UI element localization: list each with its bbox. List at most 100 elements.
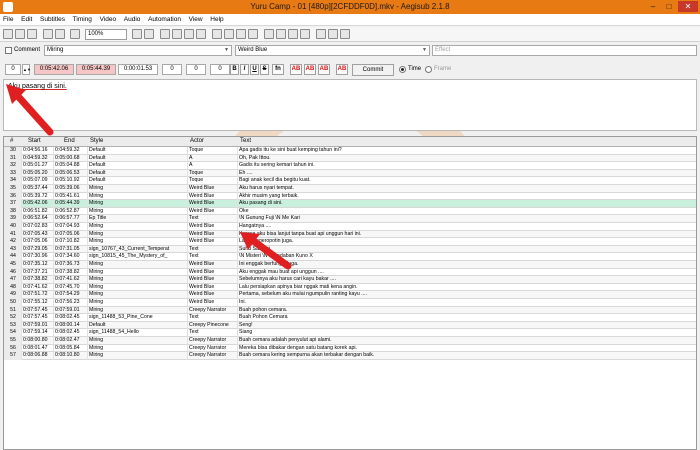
menu-timing[interactable]: Timing [70, 14, 95, 26]
table-row[interactable]: 51 0:07:57.45 0:07:59.01 Miring Creepy Narra… [4, 306, 696, 315]
table-row[interactable]: 31 0:04:59.32 0:05:00.68 Default A Oh, Pak It… [4, 154, 696, 163]
underline-button[interactable]: U [250, 64, 259, 75]
actor-select[interactable]: Weird Blue ▼ [235, 45, 430, 56]
secondary-color-button[interactable]: AB [304, 64, 316, 75]
strikeout-button[interactable]: S [260, 64, 269, 75]
menu-video[interactable]: Video [97, 14, 120, 26]
primary-color-button[interactable]: AB [290, 64, 302, 75]
frame-radio[interactable] [425, 66, 432, 73]
cell-text: Lalu persiapkan apinya biar nggak mati k… [239, 283, 358, 290]
options-icon[interactable] [328, 29, 338, 39]
font-button[interactable]: fn [272, 64, 284, 75]
cell-actor: Toque [188, 177, 238, 185]
duration-field[interactable]: 0:00:01.53 [118, 64, 158, 75]
maximize-button[interactable]: □ [662, 1, 676, 12]
title-bar[interactable]: Yuru Camp - 01 [480p][2CFDDF0D].mkv - Ae… [0, 0, 700, 14]
table-row[interactable]: 49 0:07:51.72 0:07:54.29 Miring Weird Blue Pe… [4, 291, 696, 299]
menu-automation[interactable]: Automation [145, 14, 184, 26]
shift-icon[interactable] [264, 29, 274, 39]
cell-start: 0:05:39.72 [22, 192, 54, 201]
table-row[interactable]: 56 0:08:01.47 0:08:05.84 Miring Creepy Narra… [4, 344, 696, 353]
table-row[interactable]: 52 0:07:57.45 0:08:02.45 sign_11488_53_Pine… [4, 314, 696, 322]
video-open-icon[interactable] [43, 29, 53, 39]
styling-icon[interactable] [288, 29, 298, 39]
bold-button[interactable]: B [230, 64, 239, 75]
margin-right-field[interactable]: 0 [186, 64, 206, 75]
close-button[interactable]: ✕ [678, 1, 698, 12]
effect-field[interactable]: Effect [432, 45, 697, 56]
menu-audio[interactable]: Audio [121, 14, 144, 26]
table-row[interactable]: 53 0:07:59.01 0:08:00.14 Default Creepy Pine… [4, 321, 696, 330]
menu-edit[interactable]: Edit [18, 14, 35, 26]
layer-field[interactable]: 0 [5, 64, 21, 75]
margin-left-field[interactable]: 0 [162, 64, 182, 75]
cell-text: Ini enggak berfungsi juga. [239, 261, 299, 267]
table-row[interactable]: 43 0:07:29.05 0:07:31.05 sign_10767_43_Curr… [4, 245, 696, 254]
table-row[interactable]: 36 0:05:39.72 0:05:41.61 Miring Weird Blue Ak… [4, 192, 696, 201]
zoom-select[interactable]: 100% [85, 29, 127, 40]
style-select[interactable]: Miring ▼ [44, 45, 232, 56]
cell-start: 0:05:01.27 [22, 162, 54, 170]
table-row[interactable]: 39 0:06:52.64 0:06:57.77 Ep Title Text \N Gun… [4, 215, 696, 223]
zoom-icon[interactable] [132, 29, 142, 39]
table-row[interactable]: 30 0:04:56.16 0:04:59.32 Default Toque Apa ga… [4, 147, 696, 155]
table-row[interactable]: 44 0:07:30.96 0:07:34.60 sign_10815_45_The_… [4, 253, 696, 261]
help-icon[interactable] [340, 29, 350, 39]
subtitle-text-editor[interactable]: Aku pasang di sini. [3, 79, 697, 131]
table-row[interactable]: 57 0:08:06.88 0:08:10.80 Miring Creepy Narra… [4, 352, 696, 360]
table-row[interactable]: 42 0:07:05.06 0:07:10.82 Miring Weird Blue La… [4, 238, 696, 246]
menu-subtitles[interactable]: Subtitles [37, 14, 68, 26]
automation-icon[interactable] [212, 29, 222, 39]
italic-button[interactable]: I [240, 64, 249, 75]
cell-actor: Weird Blue [188, 238, 238, 246]
menu-help[interactable]: Help [207, 14, 226, 26]
fullscreen-icon[interactable] [144, 29, 154, 39]
cell-actor: Creepy Narrator [188, 344, 238, 353]
layer-spin-icon[interactable]: ▲▼ [22, 64, 31, 75]
table-row[interactable]: 45 0:07:35.12 0:07:36.73 Miring Weird Blue In… [4, 261, 696, 269]
cell-style: Miring [88, 299, 188, 307]
kanji-icon[interactable] [300, 29, 310, 39]
timing-icon[interactable] [248, 29, 258, 39]
video-close-icon[interactable] [55, 29, 65, 39]
shadow-color-button[interactable]: AB [336, 64, 348, 75]
commit-button[interactable]: Commit [352, 64, 394, 76]
sort-icon[interactable] [276, 29, 286, 39]
cell-text: Bagi anak kecil dia begitu kuat. [239, 177, 311, 184]
time-radio[interactable] [399, 66, 406, 73]
table-row[interactable]: 47 0:07:38.82 0:07:41.62 Miring Weird Blue Se… [4, 276, 696, 284]
outline-color-button[interactable]: AB [318, 64, 330, 75]
table-row[interactable]: 34 0:05:07.09 0:05:10.92 Default Toque Bagi a… [4, 177, 696, 185]
properties-icon[interactable] [172, 29, 182, 39]
table-row[interactable]: 50 0:07:55.12 0:07:56.23 Miring Weird Blue In… [4, 299, 696, 307]
cell-num: 31 [4, 154, 22, 163]
table-row[interactable]: 55 0:08:00.80 0:08:02.47 Miring Creepy Narra… [4, 337, 696, 345]
save-icon[interactable] [27, 29, 37, 39]
spellcheck-icon[interactable] [236, 29, 246, 39]
style-icon[interactable] [160, 29, 170, 39]
menu-file[interactable]: File [0, 14, 16, 26]
fonts-icon[interactable] [196, 29, 206, 39]
table-row[interactable]: 46 0:07:37.21 0:07:38.82 Miring Weird Blue Ak… [4, 268, 696, 277]
table-row[interactable]: 41 0:07:05.43 0:07:05.06 Miring Weird Blue Ku… [4, 230, 696, 239]
end-time-field[interactable]: 0:05:44.39 [76, 64, 116, 75]
table-row[interactable]: 33 0:05:05.20 0:05:06.53 Default Toque Eh ...… [4, 169, 696, 178]
attachments-icon[interactable] [184, 29, 194, 39]
start-time-field[interactable]: 0:05:42.06 [34, 64, 74, 75]
menu-view[interactable]: View [186, 14, 206, 26]
table-row[interactable]: 35 0:05:37.44 0:05:39.06 Miring Weird Blue Ak… [4, 185, 696, 193]
translation-icon[interactable] [224, 29, 234, 39]
new-icon[interactable] [3, 29, 13, 39]
table-row[interactable]: 54 0:07:59.14 0:08:02.45 sign_11488_54_Hell… [4, 329, 696, 337]
margin-vertical-field[interactable]: 0 [210, 64, 230, 75]
table-row[interactable]: 37 0:05:42.06 0:05:44.39 Miring Weird Blue Ak… [4, 200, 696, 208]
table-row[interactable]: 38 0:06:51.82 0:06:52.87 Miring Weird Blue Ok… [4, 207, 696, 216]
jump-icon[interactable] [70, 29, 80, 39]
minimize-button[interactable]: – [646, 1, 660, 12]
table-row[interactable]: 48 0:07:41.62 0:07:45.70 Miring Weird Blue La… [4, 283, 696, 292]
table-row[interactable]: 32 0:05:01.27 0:05:04.88 Default A Gadis itu … [4, 162, 696, 170]
table-row[interactable]: 40 0:07:02.83 0:07:04.93 Miring Weird Blue Ha… [4, 223, 696, 231]
open-icon[interactable] [15, 29, 25, 39]
comment-checkbox[interactable] [5, 47, 12, 54]
resample-icon[interactable] [316, 29, 326, 39]
